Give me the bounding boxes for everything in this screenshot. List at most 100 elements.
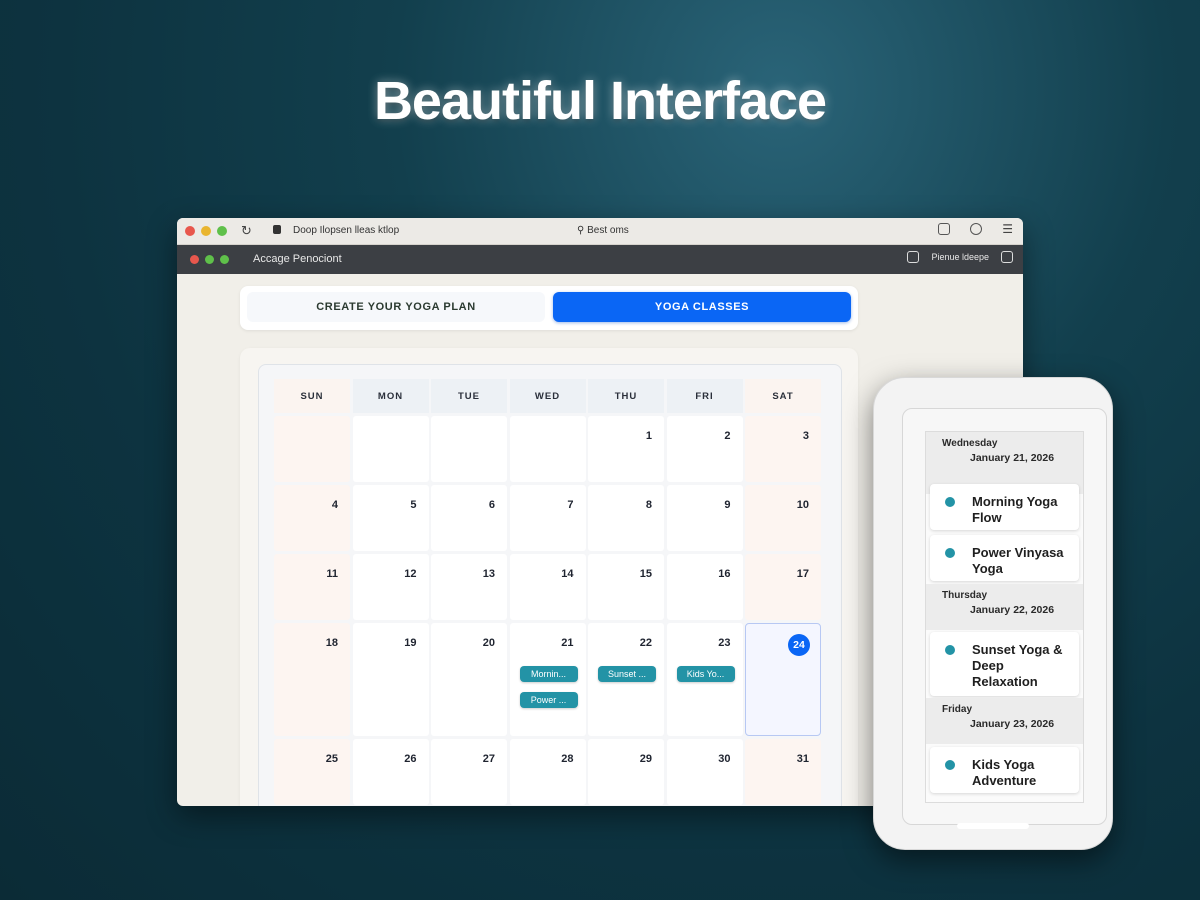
day-number: 15 bbox=[639, 568, 652, 580]
weekday-header: SAT bbox=[745, 379, 821, 413]
calendar-day-14[interactable]: 14 bbox=[509, 554, 586, 620]
weekday-header: FRI bbox=[666, 379, 743, 413]
view-tabs: CREATE YOUR YOGA PLAN YOGA CLASSES bbox=[240, 286, 858, 330]
calendar-day-empty[interactable] bbox=[509, 416, 586, 482]
calendar-day-22[interactable]: 22 Sunset ... bbox=[588, 623, 664, 736]
tab-yoga-classes[interactable]: YOGA CLASSES bbox=[553, 292, 851, 322]
calendar-day-8[interactable]: 8 bbox=[588, 485, 664, 551]
address-bar[interactable]: Doop Ilopsen lleas ktlop bbox=[293, 225, 399, 236]
weekday-header: MON bbox=[352, 379, 429, 413]
day-number: 13 bbox=[482, 568, 495, 580]
phone-mockup: Wednesday January 21, 2026 Morning Yoga Fl… bbox=[873, 377, 1113, 850]
day-number: 25 bbox=[325, 753, 338, 765]
day-number: 12 bbox=[404, 568, 417, 580]
day-number: 11 bbox=[326, 568, 338, 580]
calendar-day-23[interactable]: 23 Kids Yo... bbox=[666, 623, 743, 736]
event-chip[interactable]: Mornin... bbox=[519, 666, 578, 682]
reload-icon[interactable]: ↻ bbox=[241, 223, 252, 239]
calendar-day-21[interactable]: 21 Mornin... Power ... bbox=[509, 623, 586, 736]
calendar-day-5[interactable]: 5 bbox=[352, 485, 429, 551]
calendar-card: SUN MON TUE WED THU FRI SAT 1 2 3 4 5 6 7 8 9 10 11 12 13 14… bbox=[240, 348, 858, 806]
calendar-day-19[interactable]: 19 bbox=[352, 623, 429, 736]
calendar-day-16[interactable]: 16 bbox=[666, 554, 743, 620]
weekday-header: SUN bbox=[274, 379, 350, 413]
class-title: Kids Yoga Adventure bbox=[972, 757, 1037, 788]
day-number: 21 bbox=[561, 637, 574, 649]
calendar-day-15[interactable]: 15 bbox=[588, 554, 664, 620]
calendar-day-empty[interactable] bbox=[274, 416, 350, 482]
calendar-day-30[interactable]: 30 bbox=[666, 739, 743, 805]
class-item[interactable]: Sunset Yoga & Deep Relaxation bbox=[930, 632, 1079, 696]
calendar-day-29[interactable]: 29 bbox=[588, 739, 664, 805]
minimize-window-button[interactable] bbox=[201, 226, 211, 236]
day-number: 6 bbox=[488, 499, 495, 511]
tab-create-yoga-plan[interactable]: CREATE YOUR YOGA PLAN bbox=[247, 292, 545, 322]
calendar-day-18[interactable]: 18 bbox=[274, 623, 350, 736]
day-date: January 21, 2026 bbox=[970, 452, 1055, 464]
weekday-header: TUE bbox=[431, 379, 507, 413]
calendar-day-12[interactable]: 12 bbox=[352, 554, 429, 620]
home-indicator bbox=[957, 823, 1029, 829]
calendar-day-1[interactable]: 1 bbox=[588, 416, 664, 482]
bullet-icon bbox=[945, 760, 955, 770]
search-field[interactable]: ⚲ Best oms bbox=[577, 225, 629, 236]
event-chip[interactable]: Power ... bbox=[519, 692, 578, 708]
browser-toolbar: ↻ Doop Ilopsen lleas ktlop ⚲ Best oms ☰ bbox=[177, 218, 1023, 245]
menu-icon[interactable]: ☰ bbox=[1002, 223, 1013, 235]
calendar-day-7[interactable]: 7 bbox=[509, 485, 586, 551]
calendar-day-13[interactable]: 13 bbox=[431, 554, 507, 620]
app-bar: Accage Penociont Pienue ldeepe bbox=[177, 245, 1023, 274]
day-number: 2 bbox=[724, 430, 731, 442]
calendar-grid: SUN MON TUE WED THU FRI SAT 1 2 3 4 5 6 7 8 9 10 11 12 13 14… bbox=[274, 379, 821, 805]
calendar-day-17[interactable]: 17 bbox=[745, 554, 821, 620]
app-bar-right: Pienue ldeepe bbox=[907, 251, 1013, 263]
class-item[interactable]: Power Vinyasa Yoga bbox=[930, 535, 1079, 581]
event-chip[interactable]: Kids Yo... bbox=[676, 666, 735, 682]
day-number: 19 bbox=[404, 637, 417, 649]
calendar-day-3[interactable]: 3 bbox=[745, 416, 821, 482]
calendar-day-28[interactable]: 28 bbox=[509, 739, 586, 805]
app-maximize-button[interactable] bbox=[220, 255, 229, 264]
event-chip[interactable]: Sunset ... bbox=[598, 666, 656, 682]
calendar-day-25[interactable]: 25 bbox=[274, 739, 350, 805]
calendar-day-31[interactable]: 31 bbox=[745, 739, 821, 805]
app-minimize-button[interactable] bbox=[205, 255, 214, 264]
extension-icon[interactable] bbox=[970, 223, 983, 235]
day-name: Friday bbox=[942, 704, 973, 715]
day-number: 5 bbox=[410, 499, 417, 511]
calendar-day-2[interactable]: 2 bbox=[666, 416, 743, 482]
class-item[interactable]: Morning Yoga Flow bbox=[930, 484, 1079, 530]
day-number: 9 bbox=[724, 499, 731, 511]
calendar-day-empty[interactable] bbox=[352, 416, 429, 482]
bullet-icon bbox=[945, 548, 955, 558]
profile-icon[interactable] bbox=[907, 251, 920, 263]
calendar-day-9[interactable]: 9 bbox=[666, 485, 743, 551]
day-header: Thursday January 22, 2026 bbox=[926, 584, 1083, 630]
home-icon[interactable] bbox=[1001, 251, 1013, 263]
search-icon: ⚲ bbox=[577, 225, 585, 236]
day-number: 14 bbox=[561, 568, 574, 580]
calendar-day-6[interactable]: 6 bbox=[431, 485, 507, 551]
maximize-window-button[interactable] bbox=[217, 226, 227, 236]
account-label[interactable]: Pienue ldeepe bbox=[931, 252, 989, 262]
day-number: 3 bbox=[802, 430, 809, 442]
calendar-day-10[interactable]: 10 bbox=[745, 485, 821, 551]
day-number: 16 bbox=[718, 568, 731, 580]
day-number: 18 bbox=[325, 637, 338, 649]
close-window-button[interactable] bbox=[185, 226, 195, 236]
calendar-day-24[interactable]: 24 bbox=[745, 623, 821, 736]
day-number: 20 bbox=[482, 637, 495, 649]
tabs-icon[interactable] bbox=[938, 223, 951, 235]
calendar-day-4[interactable]: 4 bbox=[274, 485, 350, 551]
calendar-day-20[interactable]: 20 bbox=[431, 623, 507, 736]
day-number: 31 bbox=[796, 753, 809, 765]
headline: Beautiful Interface bbox=[373, 71, 827, 131]
class-item[interactable]: Kids Yoga Adventure bbox=[930, 747, 1079, 793]
app-close-button[interactable] bbox=[190, 255, 199, 264]
calendar: SUN MON TUE WED THU FRI SAT 1 2 3 4 5 6 7 8 9 10 11 12 13 14… bbox=[258, 364, 842, 806]
day-date: January 23, 2026 bbox=[970, 718, 1055, 730]
calendar-day-11[interactable]: 11 bbox=[274, 554, 350, 620]
calendar-day-26[interactable]: 26 bbox=[352, 739, 429, 805]
calendar-day-27[interactable]: 27 bbox=[431, 739, 507, 805]
calendar-day-empty[interactable] bbox=[431, 416, 507, 482]
